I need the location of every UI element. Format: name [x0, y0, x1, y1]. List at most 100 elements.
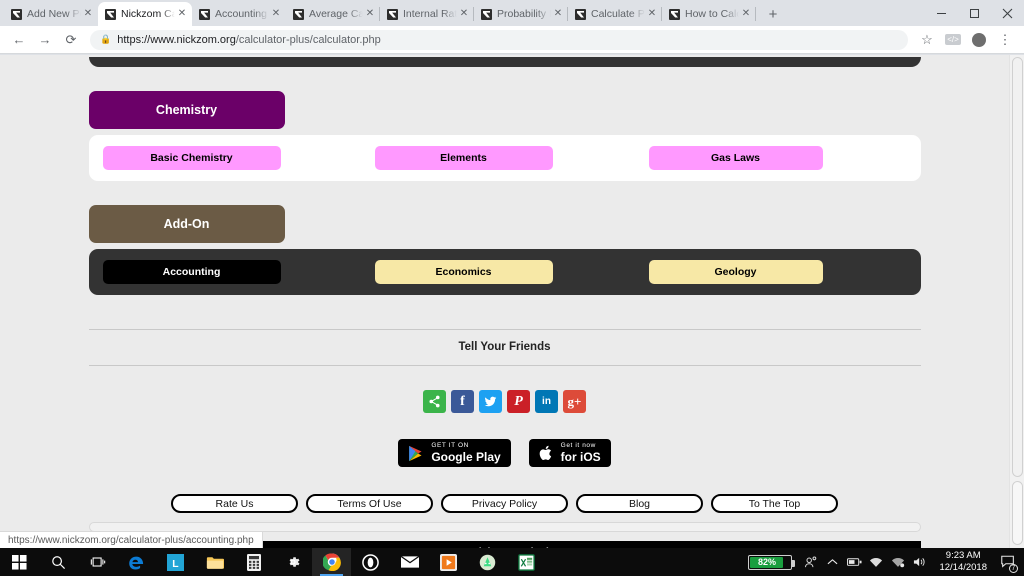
- profile-avatar[interactable]: [966, 27, 992, 53]
- button-economics[interactable]: Economics: [374, 260, 553, 284]
- tab-favicon: [387, 8, 398, 20]
- linkedin-icon[interactable]: in: [535, 390, 558, 413]
- tab-favicon: [199, 8, 210, 20]
- web-page: Chemistry Basic Chemistry Elements Gas L…: [0, 55, 1009, 548]
- tab-close-icon[interactable]: ✕: [740, 8, 752, 20]
- tab-title: Internal Rate o: [403, 8, 458, 20]
- tab-close-icon[interactable]: ✕: [82, 8, 94, 20]
- google-play-badge[interactable]: GET IT ON Google Play: [398, 439, 511, 467]
- notification-center-icon[interactable]: 7: [996, 548, 1020, 576]
- file-explorer-icon[interactable]: [195, 548, 234, 576]
- googleplus-icon[interactable]: g+: [563, 390, 586, 413]
- button-accounting[interactable]: Accounting: [102, 260, 281, 284]
- tab-favicon: [105, 8, 116, 20]
- media-player-icon[interactable]: [429, 548, 468, 576]
- vertical-scrollbar[interactable]: [1009, 55, 1024, 548]
- browser-tab[interactable]: Internal Rate o ✕: [380, 2, 474, 26]
- excel-icon[interactable]: [507, 548, 546, 576]
- svg-text:L: L: [172, 558, 179, 569]
- button-geology[interactable]: Geology: [648, 260, 823, 284]
- footer-link-rate-us[interactable]: Rate Us: [171, 494, 298, 513]
- devtools-icon[interactable]: </>: [940, 27, 966, 53]
- footer-link-terms-of-use[interactable]: Terms Of Use: [306, 494, 433, 513]
- tab-favicon: [669, 8, 680, 20]
- button-basic-chemistry[interactable]: Basic Chemistry: [102, 146, 281, 170]
- android-studio-icon[interactable]: [468, 548, 507, 576]
- browser-tab[interactable]: How to Calcul ✕: [662, 2, 756, 26]
- category-header-chemistry[interactable]: Chemistry: [88, 91, 285, 129]
- browser-window: Add New Post ✕ Nickzom Calcu ✕ Accountin…: [0, 0, 1024, 548]
- store-tagline: Get it now: [560, 441, 596, 449]
- chrome-menu-icon[interactable]: ⋮: [992, 27, 1018, 53]
- ios-app-badge[interactable]: Get it now for iOS: [528, 439, 611, 467]
- battery-tray-icon[interactable]: [844, 548, 864, 576]
- tab-title: Calculate Prob: [591, 8, 646, 20]
- onedrive-people-icon[interactable]: [800, 548, 820, 576]
- system-tray: 82% 9:23 AM 12/14/2018 7: [748, 548, 1024, 576]
- footer-link-to-the-top[interactable]: To The Top: [711, 494, 838, 513]
- tab-close-icon[interactable]: ✕: [458, 8, 470, 20]
- browser-tab[interactable]: Add New Post ✕: [4, 2, 98, 26]
- wifi-icon[interactable]: [866, 548, 886, 576]
- button-gas-laws[interactable]: Gas Laws: [648, 146, 823, 170]
- tab-close-icon[interactable]: ✕: [176, 8, 188, 20]
- calculator-icon[interactable]: [234, 548, 273, 576]
- facebook-icon[interactable]: f: [451, 390, 474, 413]
- browser-tab[interactable]: Calculate Prob ✕: [568, 2, 662, 26]
- scrollbar-thumb-lower[interactable]: [1012, 481, 1023, 545]
- browser-tab-active[interactable]: Nickzom Calcu ✕: [98, 2, 192, 26]
- edge-icon[interactable]: [117, 548, 156, 576]
- forward-icon[interactable]: →: [32, 27, 58, 53]
- start-button[interactable]: [0, 548, 39, 576]
- search-icon[interactable]: [39, 548, 78, 576]
- settings-icon[interactable]: [273, 548, 312, 576]
- twitter-icon[interactable]: [479, 390, 502, 413]
- close-icon[interactable]: [991, 0, 1024, 26]
- maximize-icon[interactable]: [958, 0, 991, 26]
- apple-icon: [539, 445, 551, 461]
- mail-icon[interactable]: [390, 548, 429, 576]
- volume-icon[interactable]: [910, 548, 930, 576]
- button-elements[interactable]: Elements: [374, 146, 553, 170]
- address-bar[interactable]: 🔒 https://www.nickzom.org/calculator-plu…: [90, 29, 908, 50]
- divider-bottom: [88, 365, 921, 366]
- share-icon[interactable]: [423, 390, 446, 413]
- back-icon[interactable]: ←: [6, 27, 32, 53]
- store-name: for iOS: [560, 450, 601, 465]
- taskbar-clock[interactable]: 9:23 AM 12/14/2018: [932, 548, 994, 576]
- category-panel-addon: Accounting Economics Geology: [88, 249, 921, 295]
- battery-indicator[interactable]: 82%: [748, 554, 796, 570]
- windows-taskbar: L 82% 9:23 AM 12/14/2018 7: [0, 548, 1024, 576]
- network-icon[interactable]: [888, 548, 908, 576]
- tab-title: Nickzom Calcu: [121, 8, 176, 20]
- tab-close-icon[interactable]: ✕: [646, 8, 658, 20]
- browser-tab[interactable]: Probability Ind ✕: [474, 2, 568, 26]
- task-view-icon[interactable]: [78, 548, 117, 576]
- tab-title: How to Calcul: [685, 8, 740, 20]
- footer-link-blog[interactable]: Blog: [576, 494, 703, 513]
- tab-close-icon[interactable]: ✕: [364, 8, 376, 20]
- browser-toolbar: ← → ⟳ 🔒 https://www.nickzom.org/calculat…: [0, 26, 1024, 54]
- scrollbar-thumb[interactable]: [1012, 57, 1023, 477]
- tab-title: Probability Ind: [497, 8, 552, 20]
- tab-favicon: [11, 8, 22, 20]
- clock-date: 12/14/2018: [939, 562, 987, 573]
- minimize-icon[interactable]: [925, 0, 958, 26]
- lock-icon: 🔒: [100, 34, 112, 44]
- bookmark-star-icon[interactable]: ☆: [914, 27, 940, 53]
- tab-close-icon[interactable]: ✕: [552, 8, 564, 20]
- category-panel-chemistry: Basic Chemistry Elements Gas Laws: [88, 135, 921, 181]
- new-tab-button[interactable]: +: [760, 2, 786, 26]
- tab-close-icon[interactable]: ✕: [270, 8, 282, 20]
- reload-icon[interactable]: ⟳: [58, 27, 84, 53]
- chrome-icon[interactable]: [312, 548, 351, 576]
- opera-icon[interactable]: [351, 548, 390, 576]
- app-l-icon[interactable]: L: [156, 548, 195, 576]
- clock-time: 9:23 AM: [945, 550, 981, 562]
- browser-tab[interactable]: Average Capit ✕: [286, 2, 380, 26]
- browser-tab[interactable]: Accounting Ra ✕: [192, 2, 286, 26]
- category-header-addon[interactable]: Add-On: [88, 205, 285, 243]
- footer-link-privacy-policy[interactable]: Privacy Policy: [441, 494, 568, 513]
- pinterest-icon[interactable]: P: [507, 390, 530, 413]
- show-hidden-icons-chevron[interactable]: [822, 548, 842, 576]
